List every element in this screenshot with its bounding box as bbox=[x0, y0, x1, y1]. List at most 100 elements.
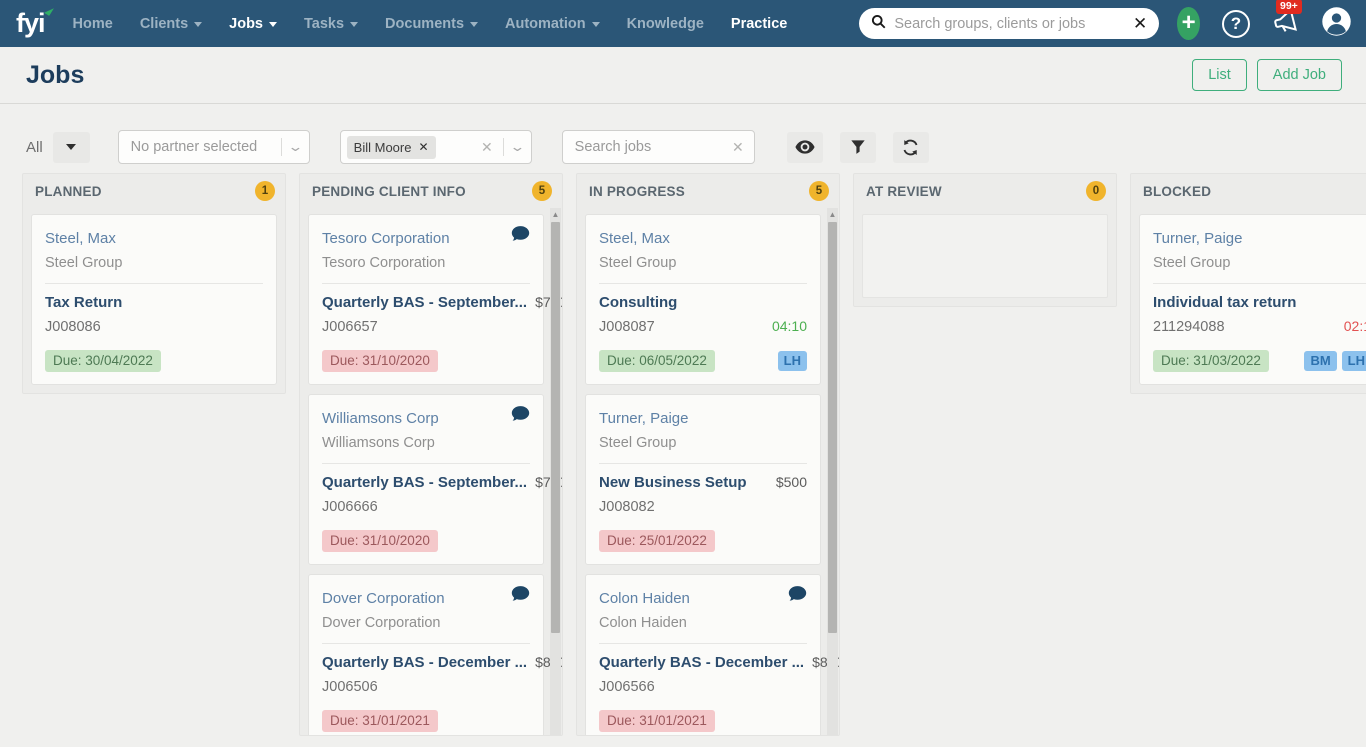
add-new-button[interactable]: + bbox=[1177, 7, 1200, 40]
kanban-column-planned: PLANNED 1 Steel, Max Steel Group Tax Return J… bbox=[22, 173, 286, 394]
search-jobs-input[interactable] bbox=[574, 139, 732, 155]
nav-item-jobs[interactable]: Jobs bbox=[229, 16, 277, 32]
scope-label: All bbox=[26, 138, 43, 156]
job-number-row: J008086 bbox=[45, 315, 263, 340]
job-number: 211294088 bbox=[1153, 319, 1225, 335]
caret-down-icon bbox=[66, 144, 77, 150]
assignee-badges: BM LH bbox=[1304, 351, 1366, 371]
search-jobs-clear-icon[interactable]: ✕ bbox=[732, 139, 744, 156]
client-link[interactable]: Tesoro Corporation bbox=[322, 226, 450, 251]
column-header: PLANNED 1 bbox=[23, 174, 285, 208]
nav-item-practice[interactable]: Practice bbox=[731, 16, 787, 32]
due-date-badge: Due: 31/10/2020 bbox=[322, 530, 438, 552]
group-link[interactable]: Steel Group bbox=[45, 251, 263, 276]
card-badge-row: Due: 06/05/2022 LH bbox=[599, 350, 807, 372]
due-date-badge: Due: 30/04/2022 bbox=[45, 350, 161, 372]
help-button[interactable]: ? bbox=[1222, 9, 1250, 38]
card-badge-row: Due: 31/01/2021 bbox=[322, 710, 530, 732]
refresh-button[interactable] bbox=[892, 131, 929, 163]
empty-drop-zone bbox=[862, 214, 1108, 298]
card-divider bbox=[599, 283, 807, 284]
job-title: Quarterly BAS - September... bbox=[322, 474, 528, 491]
nav-item-clients[interactable]: Clients bbox=[140, 16, 203, 32]
caret-down-icon bbox=[591, 22, 600, 27]
filter-bar: All No partner selected ⌄ Bill Moore ✕ ✕… bbox=[0, 104, 1366, 164]
fyi-logo[interactable]: fyi bbox=[16, 10, 45, 37]
nav-item-home[interactable]: Home bbox=[73, 16, 113, 32]
job-card[interactable]: Tesoro Corporation Tesoro Corporation Quar… bbox=[308, 214, 562, 385]
partner-select-placeholder: No partner selected bbox=[130, 139, 258, 155]
search-icon bbox=[871, 14, 886, 34]
column-body: Steel, Max Steel Group Tax Return J008086 Du… bbox=[23, 208, 285, 393]
select-divider bbox=[280, 138, 282, 156]
kanban-column-in-progress: IN PROGRESS 5 Steel, Max Steel Group Consult… bbox=[576, 173, 840, 736]
group-link[interactable]: Colon Haiden bbox=[599, 611, 807, 636]
job-card[interactable]: Steel, Max Steel Group Tax Return J008086 Du… bbox=[31, 214, 277, 385]
column-count-badge: 5 bbox=[532, 181, 552, 201]
card-divider bbox=[599, 643, 807, 644]
nav-item-documents[interactable]: Documents bbox=[385, 16, 479, 32]
add-job-button[interactable]: Add Job bbox=[1256, 59, 1342, 91]
group-link[interactable]: Steel Group bbox=[1153, 251, 1366, 276]
tag-remove-icon[interactable]: ✕ bbox=[418, 140, 428, 154]
chevron-down-icon: ⌄ bbox=[509, 139, 526, 154]
job-card[interactable]: Dover Corporation Dover Corporation Quarte… bbox=[308, 574, 562, 735]
comment-icon bbox=[511, 406, 530, 422]
column-title: BLOCKED bbox=[1143, 183, 1212, 199]
scrollbar-up-icon[interactable]: ▲ bbox=[552, 208, 560, 222]
nav-item-automation[interactable]: Automation bbox=[505, 16, 600, 32]
client-link[interactable]: Turner, Paige bbox=[599, 406, 689, 431]
card-divider bbox=[1153, 283, 1366, 284]
nav-item-knowledge[interactable]: Knowledge bbox=[627, 16, 704, 32]
initials-badge: LH bbox=[777, 351, 807, 371]
scrollbar-thumb[interactable] bbox=[551, 222, 560, 634]
job-card[interactable]: Turner, Paige Steel Group New Business Set… bbox=[585, 394, 821, 565]
client-link[interactable]: Turner, Paige bbox=[1153, 226, 1243, 251]
job-card[interactable]: Steel, Max Steel Group Consulting J008087 04… bbox=[585, 214, 821, 385]
card-client-row: Steel, Max bbox=[599, 226, 807, 251]
card-divider bbox=[322, 463, 530, 464]
job-card[interactable]: Williamsons Corp Williamsons Corp Quarterl… bbox=[308, 394, 562, 565]
column-scrollbar: ▲ bbox=[827, 208, 838, 735]
nav-item-tasks[interactable]: Tasks bbox=[304, 16, 359, 32]
group-link[interactable]: Williamsons Corp bbox=[322, 431, 530, 456]
announcements-button[interactable]: 99+ bbox=[1272, 0, 1302, 40]
list-view-button[interactable]: List bbox=[1192, 59, 1247, 91]
due-date-badge: Due: 31/01/2021 bbox=[322, 710, 438, 732]
staff-select[interactable]: Bill Moore ✕ ✕ ⌄ bbox=[339, 130, 532, 164]
scrollbar-up-icon[interactable]: ▲ bbox=[829, 208, 837, 222]
client-link[interactable]: Steel, Max bbox=[45, 226, 116, 251]
job-card[interactable]: Turner, Paige Steel Group Individual tax r… bbox=[1139, 214, 1366, 385]
scope-dropdown-button[interactable] bbox=[52, 131, 90, 163]
select-clear-icon[interactable]: ✕ bbox=[481, 139, 493, 156]
job-card[interactable]: Colon Haiden Colon Haiden Quarterly BAS - … bbox=[585, 574, 839, 735]
search-clear-icon[interactable]: ✕ bbox=[1133, 15, 1147, 32]
card-badge-row: Due: 31/10/2020 bbox=[322, 350, 530, 372]
filter-button[interactable] bbox=[839, 131, 876, 163]
kanban-board: PLANNED 1 Steel, Max Steel Group Tax Return J… bbox=[0, 164, 1366, 736]
caret-down-icon bbox=[350, 22, 359, 27]
card-divider bbox=[45, 283, 263, 284]
kanban-column-pending-client-info: PENDING CLIENT INFO 5 Tesoro Corporation Te… bbox=[299, 173, 563, 736]
chevron-down-icon: ⌄ bbox=[287, 139, 304, 154]
global-search-input[interactable] bbox=[894, 15, 1125, 32]
group-link[interactable]: Steel Group bbox=[599, 431, 807, 456]
client-link[interactable]: Colon Haiden bbox=[599, 586, 690, 611]
job-title: Quarterly BAS - December ... bbox=[599, 654, 805, 671]
column-title: PENDING CLIENT INFO bbox=[312, 183, 466, 199]
due-date-badge: Due: 06/05/2022 bbox=[599, 350, 715, 372]
scrollbar-thumb[interactable] bbox=[828, 222, 837, 634]
client-link[interactable]: Dover Corporation bbox=[322, 586, 445, 611]
due-date-badge: Due: 31/01/2021 bbox=[599, 710, 715, 732]
group-link[interactable]: Tesoro Corporation bbox=[322, 251, 530, 276]
job-title: Quarterly BAS - December ... bbox=[322, 654, 528, 671]
visibility-button[interactable] bbox=[786, 131, 823, 163]
partner-select[interactable]: No partner selected ⌄ bbox=[117, 130, 310, 164]
client-link[interactable]: Williamsons Corp bbox=[322, 406, 439, 431]
group-link[interactable]: Dover Corporation bbox=[322, 611, 530, 636]
user-menu-button[interactable] bbox=[1321, 6, 1352, 42]
card-divider bbox=[322, 283, 530, 284]
job-number: J006566 bbox=[599, 679, 655, 695]
client-link[interactable]: Steel, Max bbox=[599, 226, 670, 251]
group-link[interactable]: Steel Group bbox=[599, 251, 807, 276]
